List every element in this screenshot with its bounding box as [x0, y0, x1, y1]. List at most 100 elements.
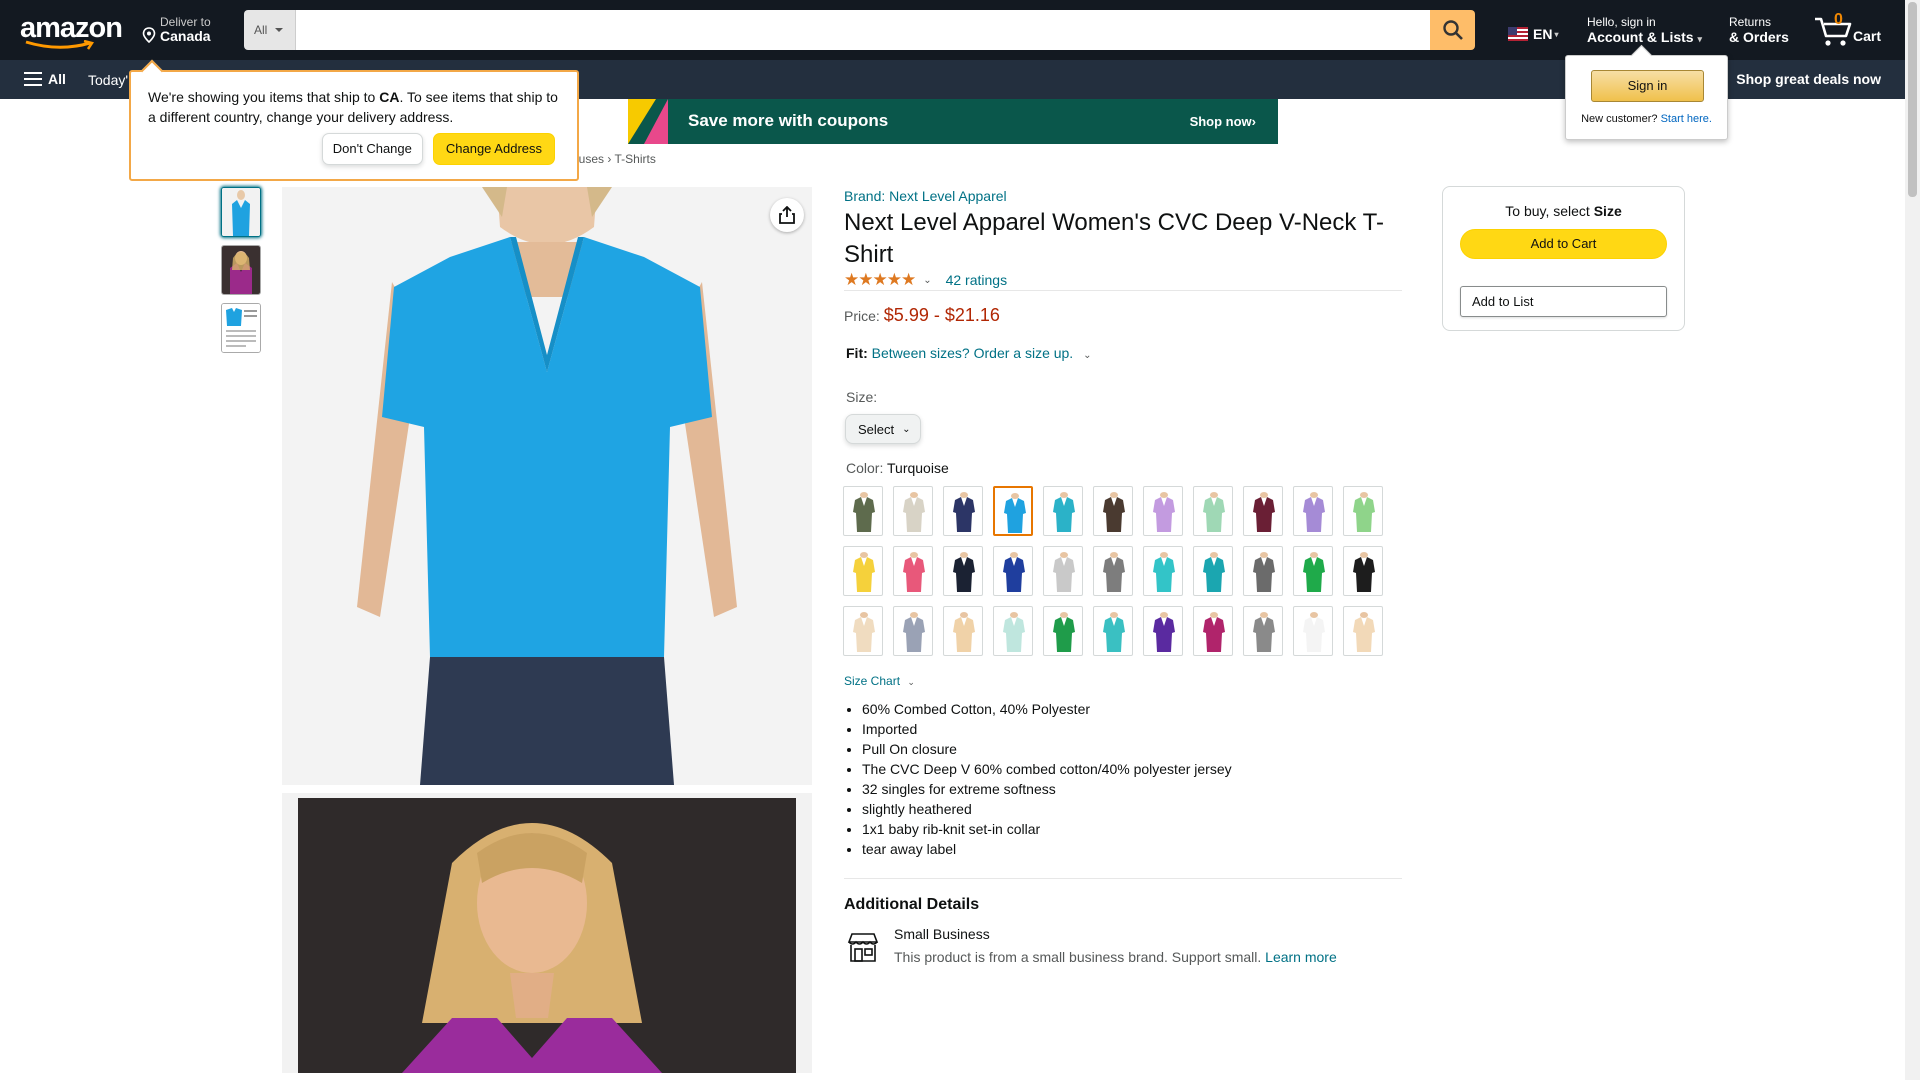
- color-label: Color:: [846, 460, 884, 476]
- color-swatch[interactable]: [843, 606, 883, 656]
- language-selector[interactable]: EN ▾: [1508, 26, 1558, 42]
- fit-label: Fit:: [846, 345, 868, 361]
- tshirt-swatch-image: [1003, 612, 1025, 652]
- color-swatch[interactable]: [1093, 486, 1133, 536]
- feature-bullet: tear away label: [862, 839, 1232, 859]
- color-swatch[interactable]: [993, 546, 1033, 596]
- fit-advice-link[interactable]: Between sizes? Order a size up.: [872, 345, 1074, 361]
- returns-orders[interactable]: Returns & Orders: [1729, 15, 1789, 45]
- size-chart-label: Size Chart: [844, 674, 901, 688]
- all-menu-button[interactable]: All: [24, 71, 66, 87]
- tshirt-swatch-image: [1303, 552, 1325, 592]
- dont-change-button[interactable]: Don't Change: [321, 133, 423, 165]
- account-lists[interactable]: Hello, sign in Account & Lists ▾: [1587, 15, 1702, 47]
- caret-down-icon: ▾: [1697, 34, 1702, 44]
- color-swatch[interactable]: [943, 606, 983, 656]
- tshirt-swatch-image: [1353, 612, 1375, 652]
- feature-bullet: slightly heathered: [862, 799, 1232, 819]
- feature-bullet: Pull On closure: [862, 739, 1232, 759]
- color-swatch[interactable]: [1193, 486, 1233, 536]
- tshirt-swatch-image: [1253, 552, 1275, 592]
- share-button[interactable]: [770, 198, 804, 232]
- color-swatch[interactable]: [1093, 606, 1133, 656]
- color-swatch[interactable]: [1243, 546, 1283, 596]
- deliver-to[interactable]: Deliver to Canada: [142, 15, 211, 43]
- color-swatch[interactable]: [1143, 606, 1183, 656]
- color-swatch[interactable]: [1093, 546, 1133, 596]
- thumbnail-1[interactable]: [221, 187, 261, 237]
- color-swatch[interactable]: [1293, 606, 1333, 656]
- cart-button[interactable]: 0 Cart: [1813, 11, 1913, 48]
- size-select-dropdown[interactable]: Select ⌄: [845, 414, 921, 444]
- color-swatch[interactable]: [893, 546, 933, 596]
- chevron-down-icon[interactable]: ⌄: [1083, 350, 1091, 361]
- chevron-down-icon[interactable]: ⌄: [923, 275, 931, 286]
- buy-box: To buy, select Size Add to Cart Add to L…: [1442, 186, 1685, 331]
- search-button[interactable]: [1430, 10, 1475, 50]
- start-here-link[interactable]: Start here.: [1661, 113, 1712, 125]
- feature-bullet: The CVC Deep V 60% combed cotton/40% pol…: [862, 759, 1232, 779]
- smile-arrow-icon: [25, 40, 94, 50]
- main-product-image[interactable]: [282, 187, 812, 785]
- color-swatch[interactable]: [1193, 606, 1233, 656]
- color-swatch[interactable]: [893, 486, 933, 536]
- color-swatch[interactable]: [1343, 606, 1383, 656]
- tshirt-swatch-image: [953, 492, 975, 532]
- amazon-logo[interactable]: amazon: [20, 14, 123, 50]
- thumbnail-image: [222, 304, 260, 352]
- add-to-list-button[interactable]: Add to List: [1460, 286, 1667, 317]
- feature-bullet: 1x1 baby rib-knit set-in collar: [862, 819, 1232, 839]
- new-customer-text: New customer?: [1581, 113, 1658, 125]
- delivery-popover: We're showing you items that ship to CA.…: [129, 70, 579, 181]
- brand-link[interactable]: Brand: Next Level Apparel: [844, 188, 1007, 204]
- ratings-count-link[interactable]: 42 ratings: [946, 272, 1007, 288]
- delivery-popover-message: We're showing you items that ship to CA.…: [148, 87, 560, 127]
- thumbnail-3[interactable]: [221, 303, 261, 353]
- search-bar: All: [244, 10, 1475, 50]
- color-swatch[interactable]: [943, 546, 983, 596]
- color-swatch[interactable]: [843, 546, 883, 596]
- color-swatch[interactable]: [1043, 546, 1083, 596]
- add-to-cart-button[interactable]: Add to Cart: [1460, 229, 1667, 259]
- color-swatch[interactable]: [1293, 546, 1333, 596]
- color-swatch[interactable]: [1043, 486, 1083, 536]
- language-label: EN: [1533, 26, 1553, 42]
- tshirt-swatch-image: [903, 552, 925, 592]
- star-rating-icon[interactable]: ★★★★★: [844, 270, 916, 290]
- scrollbar-thumb[interactable]: [1908, 2, 1917, 197]
- page-scrollbar[interactable]: [1905, 0, 1920, 1080]
- color-swatch[interactable]: [1143, 546, 1183, 596]
- search-input[interactable]: [296, 10, 1430, 50]
- color-swatch[interactable]: [1343, 546, 1383, 596]
- shop-deals-link[interactable]: Shop great deals now: [1736, 71, 1881, 87]
- tshirt-swatch-image: [1253, 612, 1275, 652]
- color-swatch[interactable]: [1243, 606, 1283, 656]
- color-value: Turquoise: [887, 460, 949, 476]
- color-swatch[interactable]: [1243, 486, 1283, 536]
- color-swatch[interactable]: [1143, 486, 1183, 536]
- color-swatch[interactable]: [1043, 606, 1083, 656]
- coupon-banner[interactable]: Save more with coupons Shop now›: [628, 99, 1278, 144]
- signin-button[interactable]: Sign in: [1591, 70, 1704, 102]
- color-swatch[interactable]: [893, 606, 933, 656]
- to-buy-text: To buy, select: [1505, 203, 1590, 219]
- tshirt-swatch-image: [853, 492, 875, 532]
- color-swatch[interactable]: [993, 486, 1033, 536]
- size-chart-link[interactable]: Size Chart ⌄: [844, 674, 915, 688]
- color-swatch[interactable]: [993, 606, 1033, 656]
- banner-shop-now[interactable]: Shop now›: [1190, 114, 1256, 129]
- secondary-product-image[interactable]: [282, 793, 812, 1073]
- tshirt-swatch-image: [953, 612, 975, 652]
- breadcrumb-item-tshirts[interactable]: T-Shirts: [615, 152, 656, 166]
- learn-more-link[interactable]: Learn more: [1265, 949, 1337, 965]
- color-swatch[interactable]: [943, 486, 983, 536]
- color-swatch[interactable]: [1343, 486, 1383, 536]
- change-address-button[interactable]: Change Address: [432, 133, 555, 165]
- color-swatch[interactable]: [843, 486, 883, 536]
- todays-deals-link[interactable]: Today': [88, 72, 128, 88]
- additional-details-title: Additional Details: [844, 896, 980, 913]
- search-category-dropdown[interactable]: All: [244, 10, 296, 50]
- color-swatch[interactable]: [1293, 486, 1333, 536]
- thumbnail-2[interactable]: [221, 245, 261, 295]
- color-swatch[interactable]: [1193, 546, 1233, 596]
